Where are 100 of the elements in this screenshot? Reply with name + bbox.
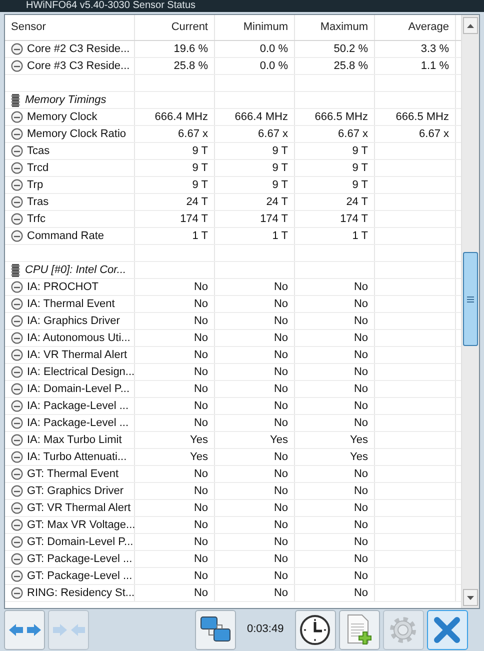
value-cell-text: 6.67 x [338, 126, 368, 142]
sensor-label: IA: Package-Level ... [27, 398, 128, 414]
value-cell-text: No [274, 500, 288, 516]
sensor-label: IA: VR Thermal Alert [27, 348, 128, 363]
close-button[interactable] [426, 610, 468, 650]
value-cell-text: No [274, 552, 288, 567]
value-cell-text: No [354, 586, 368, 601]
sensor-gauge-icon [11, 298, 23, 310]
value-cell-text: No [194, 552, 208, 567]
value-cell-text: No [274, 466, 288, 482]
value-cell-text: No [194, 416, 208, 431]
value-cell-text: 24 T [266, 194, 288, 210]
value-cell-text: 25.8 % [174, 58, 208, 74]
sensor-gauge-icon [11, 43, 23, 55]
sensor-label: Memory Clock [27, 110, 98, 125]
elapsed-time: 0:03:49 [246, 622, 285, 638]
value-cell-text: No [194, 500, 208, 516]
sensor-label: IA: Electrical Design... [27, 364, 135, 380]
value-cell-text: No [274, 382, 288, 397]
clock-icon [299, 614, 332, 646]
value-cell-text: No [194, 398, 208, 414]
scrollbar[interactable] [461, 15, 479, 608]
sensor-label: GT: Max VR Voltage... [27, 518, 136, 533]
sensor-gauge-icon [11, 434, 23, 446]
value-cell-text: No [354, 280, 368, 295]
value-cell-text: Yes [350, 432, 368, 448]
value-cell-text: 666.5 MHz [396, 110, 449, 125]
sensor-label: Tcas [27, 144, 50, 159]
sensor-gauge-icon [11, 570, 23, 582]
value-cell-text: No [274, 348, 288, 363]
value-cell-text: No [274, 364, 288, 380]
close-icon [434, 616, 460, 642]
value-cell-text: No [194, 314, 208, 329]
value-cell-text: No [194, 534, 208, 550]
value-cell-text: 9 T [352, 178, 368, 193]
sensor-gauge-icon [11, 366, 23, 378]
sensor-label: IA: Package-Level ... [27, 416, 128, 431]
sensor-gauge-icon [11, 111, 23, 123]
value-cell-text: 9 T [272, 144, 288, 159]
value-cell-text: 174 T [340, 212, 368, 227]
value-cell-text: 666.4 MHz [154, 110, 208, 125]
sensor-gauge-icon [11, 485, 23, 497]
value-cell-text: No [194, 330, 208, 346]
clock-button[interactable] [294, 610, 336, 650]
value-cell-text: 1 T [272, 228, 288, 244]
value-cell-text: No [274, 568, 288, 584]
value-cell-text: No [274, 398, 288, 414]
value-cell-text: No [354, 518, 368, 533]
value-cell-text: No [274, 416, 288, 431]
sensor-label: GT: VR Thermal Alert [27, 500, 131, 516]
sensor-gauge-icon [11, 502, 23, 514]
sensor-gauge-icon [11, 162, 23, 174]
sensor-gauge-icon [11, 230, 23, 242]
sensor-gauge-icon [11, 145, 23, 157]
value-cell-text: No [354, 568, 368, 584]
add-report-button[interactable] [338, 610, 380, 650]
group-label: Memory Timings [25, 92, 106, 108]
sensor-gauge-icon [11, 332, 23, 344]
value-cell-text: No [354, 314, 368, 329]
value-cell-text: No [354, 348, 368, 363]
value-cell-text: Yes [350, 450, 368, 465]
value-cell-text: 9 T [192, 160, 208, 176]
sensor-label: Memory Clock Ratio [27, 126, 126, 142]
gear-icon [388, 614, 418, 644]
sensor-gauge-icon [11, 553, 23, 565]
value-cell-text: 6.67 x [419, 126, 449, 142]
memory-chip-icon [11, 264, 20, 276]
scroll-up-button[interactable] [463, 17, 478, 34]
value-cell-text: No [354, 330, 368, 346]
sensor-gauge-icon [11, 349, 23, 361]
value-cell-text: 24 T [346, 194, 368, 210]
value-cell-text: No [354, 364, 368, 380]
value-cell-text: No [354, 296, 368, 312]
value-cell-text: 9 T [192, 144, 208, 159]
sensor-label: GT: Graphics Driver [27, 484, 124, 499]
sensor-gauge-icon [11, 587, 23, 599]
value-cell-text: No [194, 466, 208, 482]
value-cell-text: 9 T [192, 178, 208, 193]
value-cell-text: No [194, 348, 208, 363]
value-cell-text: No [354, 484, 368, 499]
sensor-label: Core #3 C3 Reside... [27, 58, 130, 74]
value-cell-text: No [274, 484, 288, 499]
value-cell-text: 9 T [272, 160, 288, 176]
network-button[interactable] [195, 610, 236, 650]
sensor-gauge-icon [11, 536, 23, 548]
sensor-label: RING: Residency St... [27, 586, 135, 601]
value-cell-text: No [354, 382, 368, 397]
value-cell-text: No [194, 296, 208, 312]
value-cell-text: 9 T [352, 144, 368, 159]
sensor-gauge-icon [11, 60, 23, 72]
value-cell-text: No [354, 534, 368, 550]
sensor-label: Core #2 C3 Reside... [27, 42, 130, 57]
value-cell-text: 9 T [272, 178, 288, 193]
scroll-down-button[interactable] [463, 589, 478, 606]
sensor-label: IA: PROCHOT [27, 280, 99, 295]
sensor-gauge-icon [11, 196, 23, 208]
scroll-thumb[interactable] [463, 252, 478, 346]
expand-button[interactable] [4, 610, 45, 650]
grip-icon [467, 296, 474, 302]
value-cell-text: No [274, 330, 288, 346]
